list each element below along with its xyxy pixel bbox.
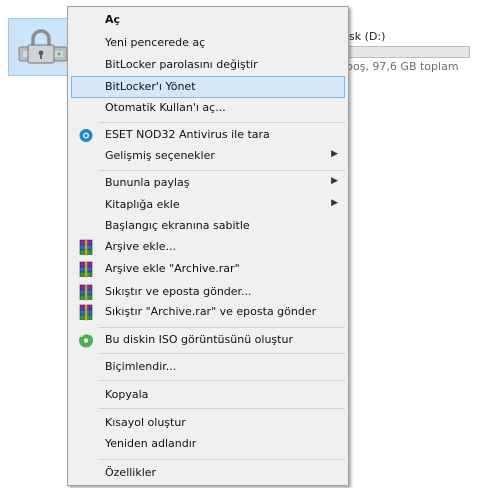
menu-item-label: Aç (105, 13, 121, 26)
menu-item-kopyala[interactable]: Kopyala (71, 384, 345, 406)
menu-item-label: Bu diskin ISO görüntüsünü oluştur (105, 333, 293, 346)
submenu-arrow-icon: ▶ (331, 176, 338, 186)
menu-item-yeni-pencerede-ac[interactable]: Yeni pencerede aç (71, 32, 345, 54)
menu-separator (99, 459, 345, 460)
menu-item-otomatik-kullan-i-ac[interactable]: Otomatik Kullan'ı aç... (71, 97, 345, 119)
menu-item-gelismis-secenekler[interactable]: Gelişmiş seçenekler ▶ (71, 145, 345, 167)
winrar-icon (77, 261, 95, 278)
menu-item-sikistir-archive-rar-ve-eposta-gonder[interactable]: Sıkıştır "Archive.rar" ve eposta gönder (71, 301, 345, 323)
winrar-icon (77, 304, 95, 321)
menu-item-bu-diskin-iso-goruntusunu-olustur[interactable]: Bu diskin ISO görüntüsünü oluştur (71, 329, 345, 351)
menu-separator (99, 408, 345, 409)
menu-separator (99, 353, 345, 354)
drive-d-usage-bar (346, 46, 470, 58)
context-menu: Aç Yeni pencerede aç BitLocker parolasını … (67, 6, 349, 486)
menu-item-label: Kopyala (105, 388, 149, 401)
menu-item-ozellikler[interactable]: Özellikler (71, 462, 345, 484)
menu-item-label: Sıkıştır ve eposta gönder... (105, 285, 252, 298)
menu-item-arsive-ekle-archive-rar[interactable]: Arşive ekle "Archive.rar" (71, 258, 345, 280)
menu-item-label: Özellikler (105, 466, 157, 479)
menu-item-bitlocker-i-yonet[interactable]: BitLocker'ı Yönet (71, 76, 345, 98)
submenu-arrow-icon: ▶ (331, 198, 338, 208)
menu-item-label: Otomatik Kullan'ı aç... (105, 101, 226, 114)
menu-item-sikistir-ve-eposta-gonder[interactable]: Sıkıştır ve eposta gönder... (71, 281, 345, 303)
menu-item-label: Bununla paylaş (105, 176, 190, 189)
menu-item-label: Arşive ekle... (105, 240, 177, 253)
menu-separator (99, 122, 345, 123)
menu-separator (99, 170, 345, 171)
menu-item-bicimlendir[interactable]: Biçimlendir... (71, 356, 345, 378)
menu-item-kitapliga-ekle[interactable]: Kitaplığa ekle ▶ (71, 194, 345, 216)
menu-item-label: BitLocker'ı Yönet (105, 80, 196, 93)
menu-item-bitlocker-parolasini-degistir[interactable]: BitLocker parolasını değiştir (71, 54, 345, 76)
menu-item-label: Biçimlendir... (105, 360, 177, 373)
eset-icon (77, 127, 95, 144)
menu-item-baslangic-ekranina-sabitle[interactable]: Başlangıç ekranına sabitle (71, 215, 345, 237)
menu-item-arsive-ekle[interactable]: Arşive ekle... (71, 236, 345, 258)
menu-item-label: Gelişmiş seçenekler (105, 149, 215, 162)
drive-d-label[interactable]: isk (D:) (346, 30, 385, 43)
menu-item-yeniden-adlandir[interactable]: Yeniden adlandır (71, 433, 345, 455)
drive-d-stats: boş, 97,6 GB toplam (346, 60, 459, 73)
menu-item-bununla-paylas[interactable]: Bununla paylaş ▶ (71, 172, 345, 194)
menu-separator (99, 327, 345, 328)
winrar-icon (77, 239, 95, 256)
iso-icon (77, 332, 95, 349)
menu-item-ac[interactable]: Aç (71, 9, 345, 31)
menu-item-label: BitLocker parolasını değiştir (105, 58, 258, 71)
menu-item-label: Yeniden adlandır (105, 437, 197, 450)
menu-item-label: Başlangıç ekranına sabitle (105, 219, 250, 232)
locked-drive-icon (15, 25, 71, 69)
submenu-arrow-icon: ▶ (331, 149, 338, 159)
menu-item-label: Arşive ekle "Archive.rar" (105, 262, 240, 275)
menu-item-label: Kitaplığa ekle (105, 198, 180, 211)
winrar-icon (77, 284, 95, 301)
menu-item-label: Sıkıştır "Archive.rar" ve eposta gönder (105, 305, 317, 318)
menu-item-eset-nod32-antivirus-ile-tara[interactable]: ESET NOD32 Antivirus ile tara (71, 124, 345, 146)
menu-separator (99, 380, 345, 381)
menu-item-label: Yeni pencerede aç (105, 36, 206, 49)
menu-item-label: Kısayol oluştur (105, 416, 186, 429)
menu-item-label: ESET NOD32 Antivirus ile tara (105, 128, 270, 141)
menu-item-kisayol-olustur[interactable]: Kısayol oluştur (71, 412, 345, 434)
